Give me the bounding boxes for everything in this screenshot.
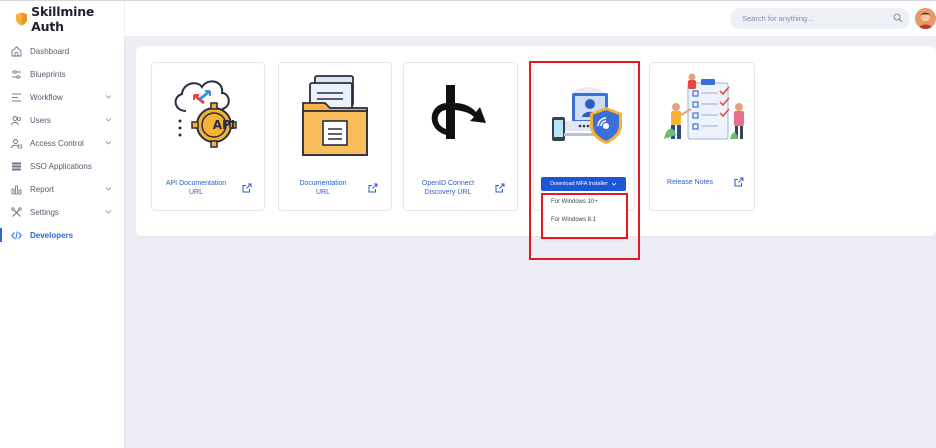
sidebar-item-blueprints[interactable]: Blueprints xyxy=(0,64,124,84)
sidebar-item-workflow[interactable]: Workflow xyxy=(0,87,124,107)
documentation-card[interactable]: Documentation URL xyxy=(278,62,392,211)
users-icon xyxy=(11,115,22,126)
sidebar-item-dashboard[interactable]: Dashboard xyxy=(0,41,124,61)
top-bar: Skillmine Auth Search for anything... xyxy=(0,0,936,37)
avatar-icon xyxy=(915,8,936,29)
external-link-icon[interactable] xyxy=(368,183,378,193)
avatar[interactable] xyxy=(915,8,936,29)
release-notes-checklist-icon xyxy=(664,73,744,140)
tools-icon xyxy=(11,206,22,218)
sidebar-item-label: Report xyxy=(30,184,55,194)
sidebar-item-label: Blueprints xyxy=(30,69,66,79)
sidebar-item-label: Dashboard xyxy=(30,46,70,56)
sidebar-item-access-control[interactable]: Access Control xyxy=(0,133,124,153)
chevron-down-icon xyxy=(105,141,112,145)
openid-logo-icon xyxy=(431,85,486,139)
sidebar-item-developers[interactable]: Developers xyxy=(0,225,124,245)
sliders-icon xyxy=(11,69,22,80)
api-documentation-link[interactable]: API Documentation URL xyxy=(160,179,232,197)
sidebar: Dashboard Blueprints Workflow Users Acce… xyxy=(0,36,125,448)
chevron-down-icon xyxy=(105,95,112,99)
documentation-link[interactable]: Documentation URL xyxy=(287,179,359,197)
report-chart-icon xyxy=(11,184,22,195)
card-label-line: OpenID Connect xyxy=(421,180,475,187)
release-notes-link[interactable]: Release Notes xyxy=(660,178,720,187)
external-link-icon[interactable] xyxy=(495,183,505,193)
user-lock-icon xyxy=(11,138,22,149)
chevron-down-icon xyxy=(105,118,112,122)
openid-discovery-link[interactable]: OpenID Connect Discovery URL xyxy=(416,179,480,197)
api-badge-text: API xyxy=(212,118,236,132)
highlight-box-dropdown xyxy=(541,193,628,239)
workflow-icon xyxy=(11,92,22,103)
api-cloud-gear-icon xyxy=(174,80,237,148)
sidebar-item-label: SSO Applications xyxy=(30,161,92,171)
code-icon xyxy=(11,230,22,241)
card-label-line: Documentation xyxy=(299,180,347,187)
card-label-line: URL xyxy=(315,189,330,196)
external-link-icon[interactable] xyxy=(242,183,252,193)
card-label-line: Discovery URL xyxy=(424,189,472,196)
search-placeholder: Search for anything... xyxy=(742,14,814,23)
card-label-line: URL xyxy=(188,189,203,196)
apps-list-icon xyxy=(11,161,22,172)
chevron-down-icon xyxy=(105,210,112,214)
brand-name: Skillmine Auth xyxy=(31,4,95,34)
sidebar-item-users[interactable]: Users xyxy=(0,110,124,130)
shield-logo-icon xyxy=(16,12,28,26)
api-documentation-card[interactable]: API API Documentation URL xyxy=(151,62,265,211)
sidebar-item-label: Users xyxy=(30,115,51,125)
sidebar-item-label: Developers xyxy=(30,230,74,240)
sidebar-item-report[interactable]: Report xyxy=(0,179,124,199)
chevron-down-icon xyxy=(105,187,112,191)
brand[interactable]: Skillmine Auth xyxy=(0,1,125,37)
sidebar-item-sso-applications[interactable]: SSO Applications xyxy=(0,156,124,176)
sidebar-item-label: Settings xyxy=(30,207,59,217)
search-icon[interactable] xyxy=(893,13,903,23)
sidebar-item-label: Access Control xyxy=(30,138,84,148)
external-link-icon[interactable] xyxy=(734,177,744,187)
search-input[interactable]: Search for anything... xyxy=(730,8,910,29)
home-icon xyxy=(11,45,22,57)
release-notes-card[interactable]: Release Notes xyxy=(649,62,755,211)
folder-documents-icon xyxy=(302,75,368,156)
openid-connect-card[interactable]: OpenID Connect Discovery URL xyxy=(403,62,518,211)
sidebar-item-label: Workflow xyxy=(30,92,63,102)
card-label-line: API Documentation xyxy=(165,180,227,187)
sidebar-item-settings[interactable]: Settings xyxy=(0,202,124,222)
